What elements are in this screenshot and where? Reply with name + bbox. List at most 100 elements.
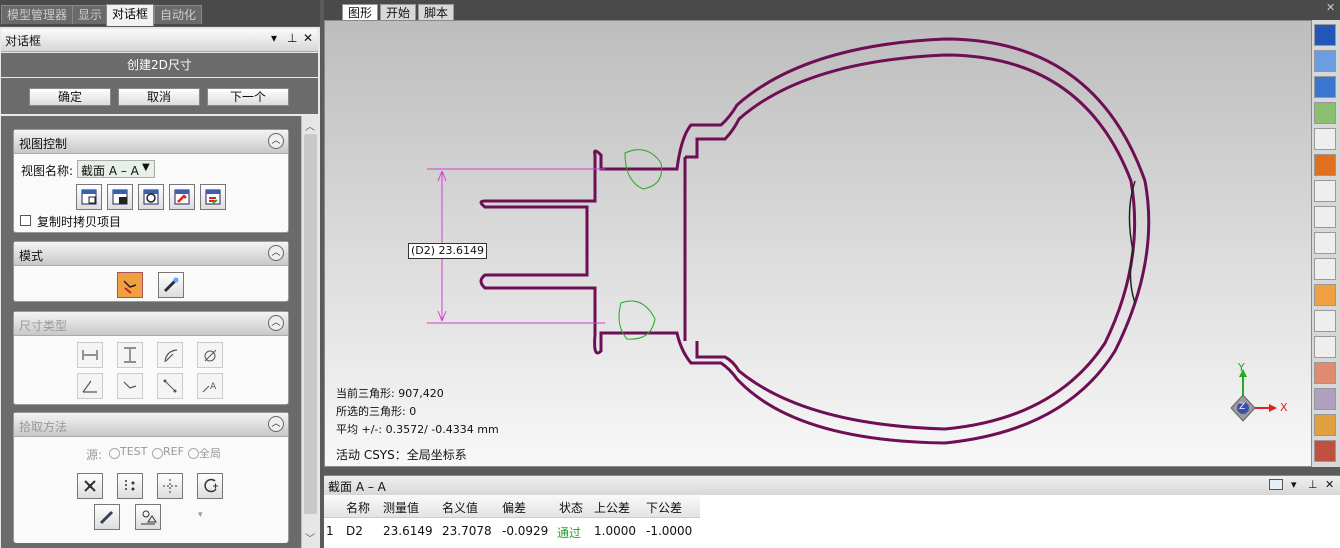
swap-view-icon[interactable]: [200, 184, 226, 210]
vertical-dimension-icon[interactable]: [117, 342, 143, 368]
diameter-dimension-icon[interactable]: [197, 342, 223, 368]
view-control-group: 视图控制 ︿ 视图名称: 截面 A – A ▼ 复制时拷贝项目: [13, 129, 289, 233]
select-box-icon[interactable]: [1314, 180, 1336, 202]
pick-cloud-icon[interactable]: [157, 473, 183, 499]
axis-y-label: Y: [1238, 361, 1245, 374]
tab-model-manager[interactable]: 模型管理器: [1, 5, 74, 24]
ok-button[interactable]: 确定: [29, 88, 111, 106]
pin-icon[interactable]: ⊥: [1308, 478, 1318, 491]
column-header[interactable]: 测量值: [383, 499, 419, 516]
dialog-titlebar: 对话框 ▾ ⊥ ✕: [1, 29, 318, 52]
next-button[interactable]: 下一个: [207, 88, 289, 106]
paint-icon[interactable]: [1314, 258, 1336, 280]
tab-automation[interactable]: 自动化: [154, 5, 203, 24]
column-header[interactable]: 上公差: [594, 499, 630, 516]
angle-dimension-icon[interactable]: [77, 373, 103, 399]
light-icon[interactable]: [1314, 414, 1336, 436]
select-through-icon[interactable]: [1314, 362, 1336, 384]
pick-method-header[interactable]: 拾取方法 ︿: [14, 413, 288, 437]
current-triangles: 当前三角形: 907,420: [336, 387, 444, 400]
source-test-radio[interactable]: [109, 448, 120, 459]
tab-display[interactable]: 显示: [72, 5, 109, 24]
point-line-dimension-icon[interactable]: [117, 373, 143, 399]
source-ref-radio[interactable]: [152, 448, 163, 459]
cube-view-icon[interactable]: [1314, 24, 1336, 46]
pick-circle-icon[interactable]: [197, 473, 223, 499]
source-ref-label: REF: [163, 445, 184, 458]
select-lasso-icon[interactable]: [1314, 206, 1336, 228]
color-map-icon[interactable]: [1314, 154, 1336, 176]
column-header[interactable]: 名称: [346, 499, 370, 516]
save-view-icon[interactable]: [107, 184, 133, 210]
restore-view-icon[interactable]: [169, 184, 195, 210]
close-icon[interactable]: ✕: [303, 31, 313, 45]
mode-header[interactable]: 模式 ︿: [14, 242, 288, 266]
collapse-icon[interactable]: ︿: [268, 245, 284, 261]
source-global-radio[interactable]: [188, 448, 199, 459]
radius-dimension-icon[interactable]: [157, 342, 183, 368]
close-viewport-icon[interactable]: ✕: [1326, 1, 1335, 14]
cancel-button[interactable]: 取消: [118, 88, 200, 106]
tab-script[interactable]: 脚本: [418, 4, 455, 20]
view-control-header[interactable]: 视图控制 ︿: [14, 130, 288, 154]
pin-icon[interactable]: ⊥: [287, 31, 297, 45]
view-name-select[interactable]: 截面 A – A ▼: [77, 160, 155, 178]
point-point-dimension-icon[interactable]: [157, 373, 183, 399]
column-header[interactable]: 状态: [559, 499, 583, 516]
tab-graphics[interactable]: 图形: [342, 4, 379, 20]
dropdown-icon[interactable]: ▾: [1291, 478, 1297, 491]
tab-dialog[interactable]: 对话框: [106, 4, 155, 26]
copy-items-checkbox[interactable]: [20, 215, 31, 226]
rotate-icon[interactable]: [1314, 50, 1336, 72]
axis-triad-icon: [1230, 369, 1277, 422]
cell-measured: 23.6149: [383, 524, 433, 538]
pick-edge-icon[interactable]: [117, 473, 143, 499]
table-view-icon[interactable]: [1269, 479, 1283, 490]
render-icon[interactable]: [1314, 440, 1336, 462]
pan-icon[interactable]: [1314, 102, 1336, 124]
select-surface-icon[interactable]: [1314, 284, 1336, 306]
pick-feature-icon[interactable]: [135, 504, 161, 530]
tab-start[interactable]: 开始: [380, 4, 417, 20]
active-csys: 活动 CSYS：全局坐标系: [336, 448, 467, 462]
collapse-icon[interactable]: ︿: [268, 416, 284, 432]
dimension-type-group: 尺寸类型 ︿ A: [13, 311, 289, 405]
zoom-view-icon[interactable]: [138, 184, 164, 210]
dimension-label[interactable]: (D2) 23.6149: [408, 243, 488, 259]
more-options-icon[interactable]: ▾: [198, 510, 203, 520]
view-name-value: 截面 A – A: [81, 164, 139, 178]
collapse-icon[interactable]: ︿: [268, 133, 284, 149]
dialog-scrollbar[interactable]: ︿ ﹀: [301, 116, 319, 548]
filter-icon[interactable]: [1314, 388, 1336, 410]
mode-title: 模式: [19, 249, 44, 263]
scroll-up-icon[interactable]: ︿: [305, 118, 315, 133]
column-header[interactable]: 下公差: [646, 499, 682, 516]
pick-method-group: 拾取方法 ︿ 源: TEST REF 全局 ▾: [13, 412, 289, 543]
select-brush-icon[interactable]: [1314, 232, 1336, 254]
dimension-mode-icon[interactable]: [117, 272, 143, 298]
probe-mode-icon[interactable]: [158, 272, 184, 298]
label-dimension-icon[interactable]: A: [197, 373, 223, 399]
horizontal-dimension-icon[interactable]: [77, 342, 103, 368]
average-deviation: 平均 +/-: 0.3572/ -0.4334 mm: [336, 423, 499, 436]
select-visible-icon[interactable]: [1314, 336, 1336, 358]
column-header[interactable]: 偏差: [502, 499, 526, 516]
select-polygon-icon[interactable]: [1314, 310, 1336, 332]
pick-points-icon[interactable]: [77, 473, 103, 499]
graphics-viewport[interactable]: (D2) 23.6149 Y X Z 当前三角形: 907,420 所选的三角形…: [324, 20, 1312, 467]
fit-view-icon[interactable]: [1314, 76, 1336, 98]
viewport-tabbar: 图形 开始 脚本 ✕: [324, 0, 1340, 20]
collapse-icon[interactable]: ︿: [268, 315, 284, 331]
column-header[interactable]: 名义值: [442, 499, 478, 516]
dimension-type-header[interactable]: 尺寸类型 ︿: [14, 312, 288, 336]
panel-tabbar: 模型管理器 显示 对话框 自动化: [0, 0, 320, 26]
scrollbar-thumb[interactable]: [304, 134, 317, 514]
new-view-icon[interactable]: [76, 184, 102, 210]
pick-probe-icon[interactable]: [94, 504, 120, 530]
copy-items-label: 复制时拷贝项目: [37, 215, 122, 229]
close-icon[interactable]: ✕: [1325, 478, 1334, 491]
dropdown-icon[interactable]: ▾: [271, 31, 277, 45]
zoom-icon[interactable]: [1314, 128, 1336, 150]
scroll-down-icon[interactable]: ﹀: [305, 530, 315, 545]
view-toolbar: [1312, 20, 1340, 467]
